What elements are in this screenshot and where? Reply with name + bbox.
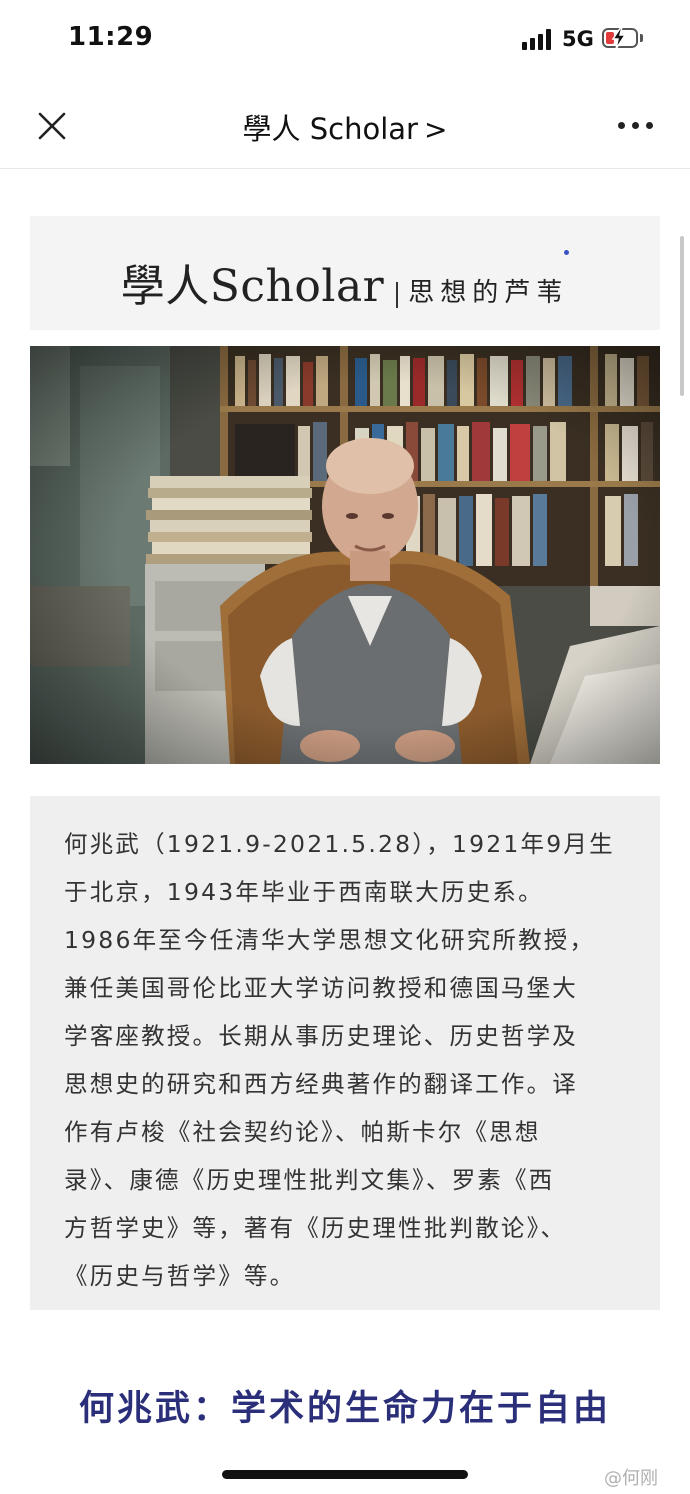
banner-logo: 學人Scholar 思想的芦苇 (30, 250, 660, 314)
nav-bar: 學人 Scholar > (0, 80, 690, 169)
charging-icon (611, 26, 627, 50)
bio-line: 录》、康德《历史理性批判文集》、罗素《西 (64, 1166, 555, 1194)
banner-sub-text: 思想的芦苇 (408, 278, 569, 308)
scholar-photo (30, 346, 660, 764)
bio-line: 兼任美国哥伦比亚大学访问教授和德国马堡大 (64, 974, 578, 1002)
account-title: 學人 Scholar (242, 112, 418, 146)
home-indicator[interactable] (222, 1470, 468, 1479)
bio-line: 于北京，1943年毕业于西南联大历史系。 (64, 878, 544, 906)
header-banner: 學人Scholar 思想的芦苇 (30, 216, 660, 330)
bio-line: 1986年至今任清华大学思想文化研究所教授， (64, 926, 596, 954)
scrollbar[interactable] (680, 236, 684, 396)
status-bar: 11:29 5G (0, 0, 690, 80)
banner-separator (396, 281, 399, 308)
scholar-photo-illustration (30, 346, 660, 764)
more-icon[interactable] (618, 122, 658, 132)
bio-box: 何兆武（1921.9-2021.5.28），1921年9月生 于北京，1943年… (30, 796, 660, 1310)
bio-line: 《历史与哲学》等。 (64, 1262, 296, 1290)
banner-accent-dot (564, 250, 570, 255)
network-label: 5G (562, 27, 594, 51)
bio-line: 方哲学史》等，著有《历史理性批判散论》、 (64, 1214, 567, 1242)
battery-cap (640, 34, 643, 42)
bio-line: 何兆武（1921.9-2021.5.28），1921年9月生 (64, 830, 615, 858)
article-title: 何兆武：学术的生命力在于自由 (78, 1389, 611, 1429)
watermark: @何刚 (604, 1468, 658, 1489)
status-time: 11:29 (68, 22, 154, 52)
bio-line: 思想史的研究和西方经典著作的翻译工作。译 (64, 1070, 578, 1098)
bio-text: 何兆武（1921.9-2021.5.28），1921年9月生 于北京，1943年… (64, 820, 630, 1300)
account-title-link[interactable]: 學人 Scholar > (0, 106, 690, 148)
bio-line: 作有卢梭《社会契约论》、帕斯卡尔《思想 (64, 1118, 541, 1146)
signal-icon (522, 28, 552, 50)
chevron-right-icon: > (423, 113, 448, 146)
bio-line: 学客座教授。长期从事历史理论、历史哲学及 (64, 1022, 578, 1050)
banner-main-text: 學人Scholar (120, 261, 385, 312)
